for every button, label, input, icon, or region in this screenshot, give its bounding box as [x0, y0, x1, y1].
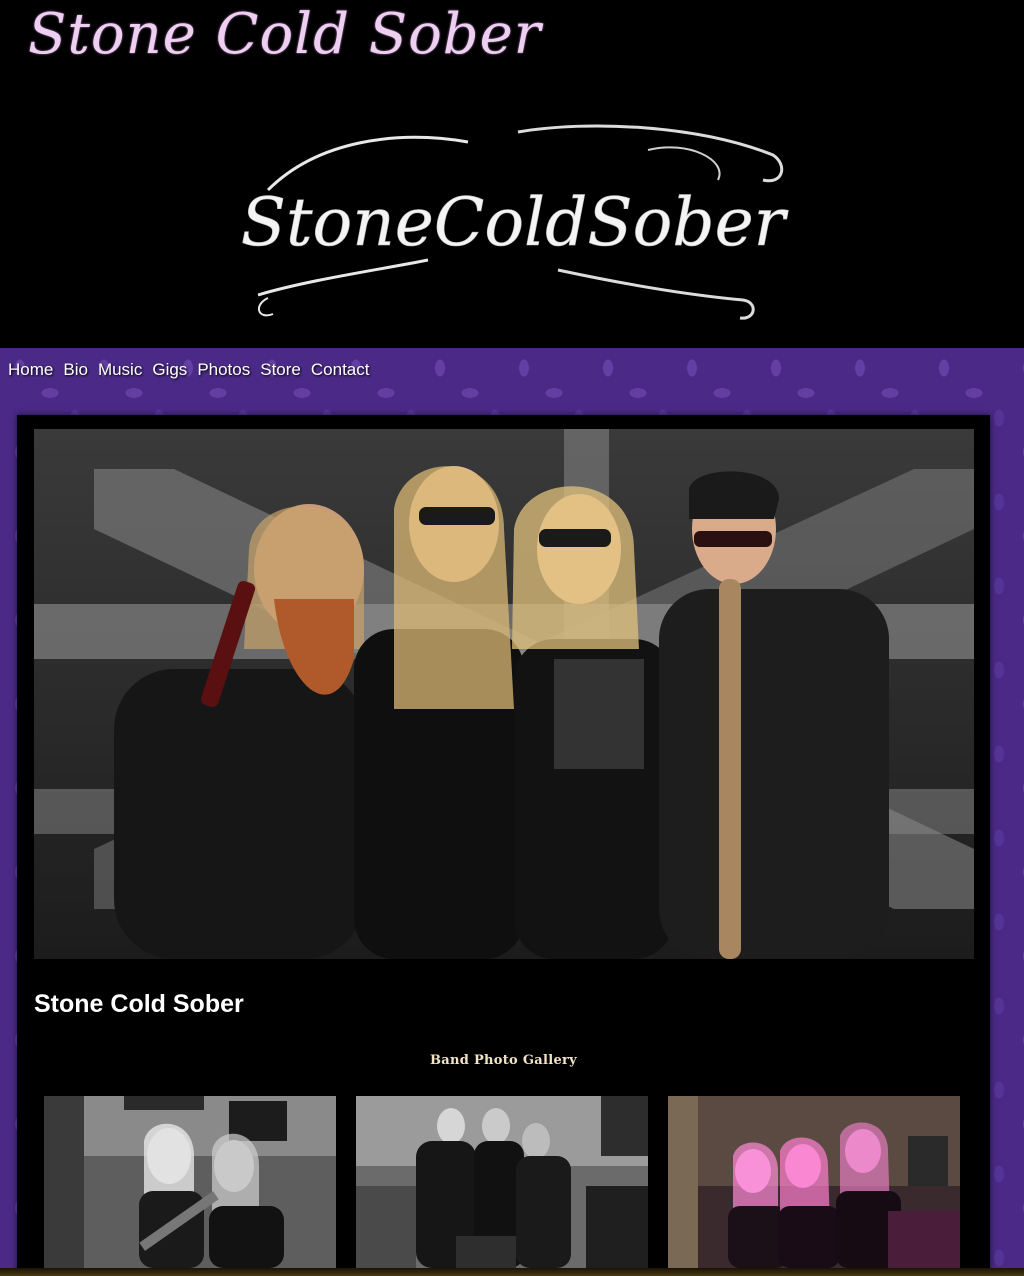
- nav-bio[interactable]: Bio: [63, 360, 88, 380]
- nav-photos[interactable]: Photos: [197, 360, 250, 380]
- band-hero-photo: [34, 429, 974, 959]
- site-header: Stone Cold Sober StoneColdSober: [0, 0, 1024, 348]
- main-nav: Home Bio Music Gigs Photos Store Contact: [0, 354, 379, 386]
- site-title[interactable]: Stone Cold Sober: [28, 2, 542, 67]
- gallery-thumb-3[interactable]: [668, 1096, 960, 1268]
- footer-strip: [0, 1268, 1024, 1276]
- nav-contact[interactable]: Contact: [311, 360, 370, 380]
- page-heading: Stone Cold Sober: [34, 990, 244, 1018]
- nav-store[interactable]: Store: [260, 360, 301, 380]
- band-logo: StoneColdSober: [228, 120, 798, 330]
- logo-text: StoneColdSober: [241, 184, 789, 261]
- gallery-thumb-2[interactable]: [356, 1096, 648, 1268]
- gallery-thumb-1[interactable]: [44, 1096, 336, 1268]
- nav-home[interactable]: Home: [8, 360, 53, 380]
- nav-gigs[interactable]: Gigs: [152, 360, 187, 380]
- nav-music[interactable]: Music: [98, 360, 142, 380]
- gallery-heading: Band Photo Gallery: [429, 1053, 578, 1068]
